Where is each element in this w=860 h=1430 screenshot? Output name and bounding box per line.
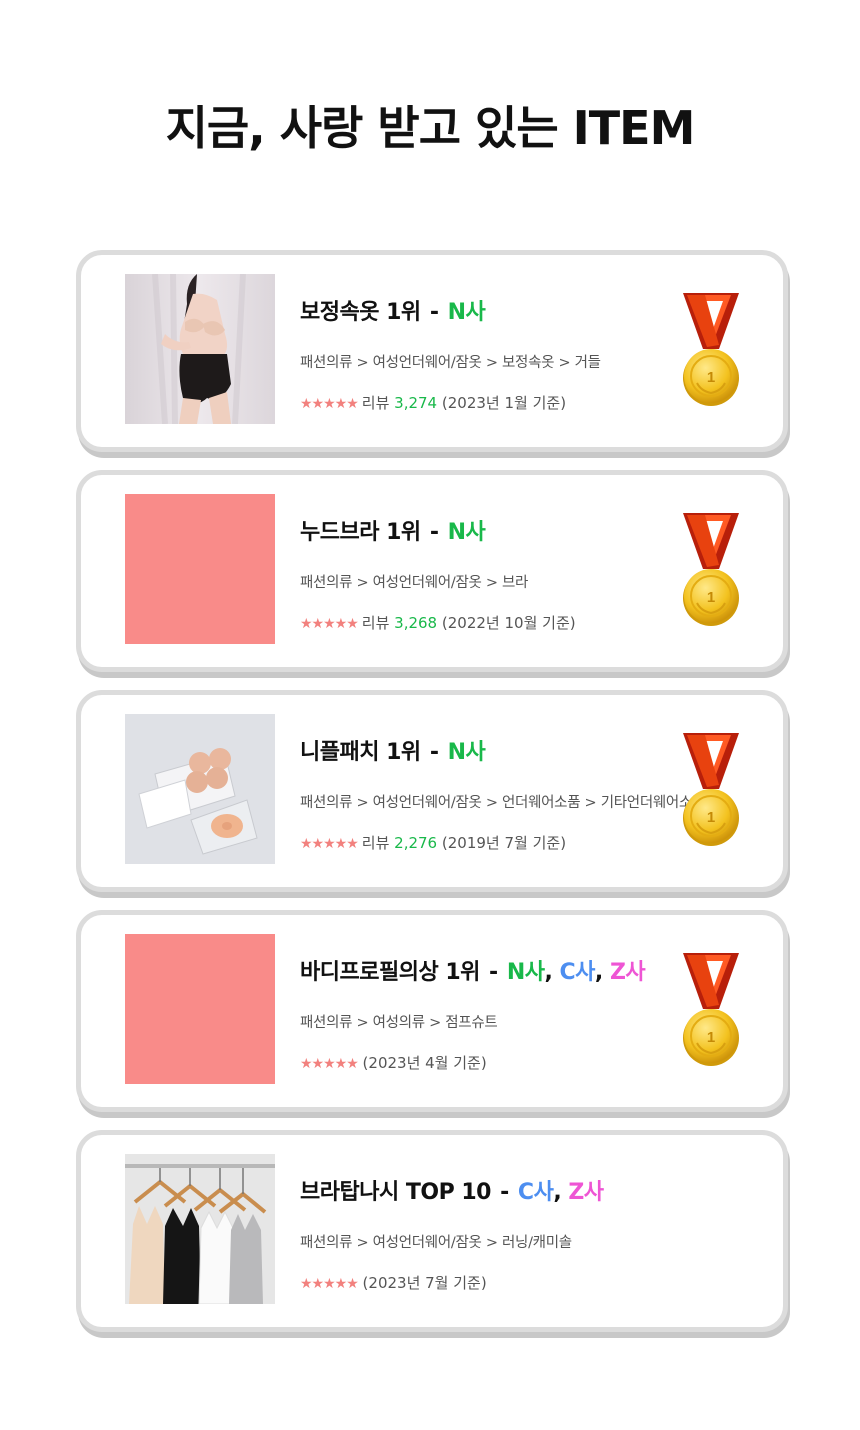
product-title: 브라탑나시 TOP 10 - C사, Z사 [300, 1180, 604, 1205]
star-rating-icon: ★★★★★ [300, 836, 359, 852]
star-rating-icon: ★★★★★ [300, 1276, 359, 1292]
product-name: 보정속옷 1위 [300, 300, 421, 325]
company-badge: N사 [447, 520, 486, 545]
basis-date: (2023년 4월 기준) [362, 1054, 487, 1072]
model-photo-icon [125, 274, 275, 424]
rating-line: ★★★★★ (2023년 7월 기준) [300, 1272, 760, 1293]
title-dash: - [422, 520, 446, 545]
product-card[interactable]: 브라탑나시 TOP 10 - C사, Z사 패션의류 > 여성언더웨어/잠옷 >… [76, 1130, 788, 1332]
title-dash: - [422, 300, 446, 325]
product-card[interactable]: 니플패치 1위 - N사 패션의류 > 여성언더웨어/잠옷 > 언더웨어소품 >… [76, 690, 788, 892]
product-card[interactable]: 바디프로필의상 1위 - N사, C사, Z사 패션의류 > 여성의류 > 점프… [76, 910, 788, 1112]
gold-medal-icon: 1 [679, 507, 743, 635]
product-card[interactable]: 보정속옷 1위 - N사 패션의류 > 여성언더웨어/잠옷 > 보정속옷 > 거… [76, 250, 788, 452]
product-name: 바디프로필의상 1위 [300, 960, 480, 985]
nipple-patch-photo-icon [125, 714, 275, 864]
product-name: 브라탑나시 TOP 10 [300, 1180, 491, 1205]
title-dash: - [481, 960, 505, 985]
ranking-page: 지금, 사랑 받고 있는 ITEM 보정속옷 1위 - N사 패션의류 > 여성… [0, 0, 860, 1430]
star-rating-icon: ★★★★★ [300, 1056, 359, 1072]
tank-tops-photo-icon [125, 1154, 275, 1304]
review-label: 리뷰 [361, 394, 390, 412]
title-dash: - [492, 1180, 516, 1205]
svg-text:1: 1 [707, 809, 715, 826]
review-count: 3,274 [394, 394, 438, 412]
company-badge: Z사 [568, 1180, 604, 1205]
product-thumbnail[interactable] [125, 934, 275, 1084]
product-thumbnail[interactable] [125, 494, 275, 644]
page-title: 지금, 사랑 받고 있는 ITEM [165, 101, 696, 155]
review-count: 3,268 [394, 614, 438, 632]
review-count: 2,276 [394, 834, 438, 852]
gold-medal-icon: 1 [679, 287, 743, 415]
company-badge: N사 [447, 740, 486, 765]
basis-date: (2023년 7월 기준) [362, 1274, 487, 1292]
product-card[interactable]: 누드브라 1위 - N사 패션의류 > 여성언더웨어/잠옷 > 브라 ★★★★★… [76, 470, 788, 672]
gold-medal-icon: 1 [679, 727, 743, 855]
review-label: 리뷰 [361, 834, 390, 852]
title-dash: - [422, 740, 446, 765]
product-info: 브라탑나시 TOP 10 - C사, Z사 패션의류 > 여성언더웨어/잠옷 >… [300, 1174, 760, 1293]
svg-text:1: 1 [707, 369, 715, 386]
svg-text:1: 1 [707, 1029, 715, 1046]
company-badge: C사 [517, 1180, 554, 1205]
product-thumbnail[interactable] [125, 274, 275, 424]
basis-date: (2022년 10월 기준) [441, 614, 576, 632]
company-badge: C사 [559, 960, 596, 985]
company-badge: N사 [506, 960, 545, 985]
company-badge: N사 [447, 300, 486, 325]
product-name: 누드브라 1위 [300, 520, 421, 545]
review-label: 리뷰 [361, 614, 390, 632]
svg-text:1: 1 [707, 589, 715, 606]
basis-date: (2023년 1월 기준) [441, 394, 567, 412]
category-path: 패션의류 > 여성언더웨어/잠옷 > 러닝/캐미솔 [300, 1235, 572, 1251]
basis-date: (2019년 7월 기준) [441, 834, 567, 852]
star-rating-icon: ★★★★★ [300, 396, 359, 412]
company-badge: Z사 [609, 960, 646, 985]
gold-medal-icon: 1 [679, 947, 743, 1075]
product-name: 니플패치 1위 [300, 740, 421, 765]
product-thumbnail[interactable] [125, 714, 275, 864]
product-thumbnail[interactable] [125, 1154, 275, 1304]
star-rating-icon: ★★★★★ [300, 616, 359, 632]
